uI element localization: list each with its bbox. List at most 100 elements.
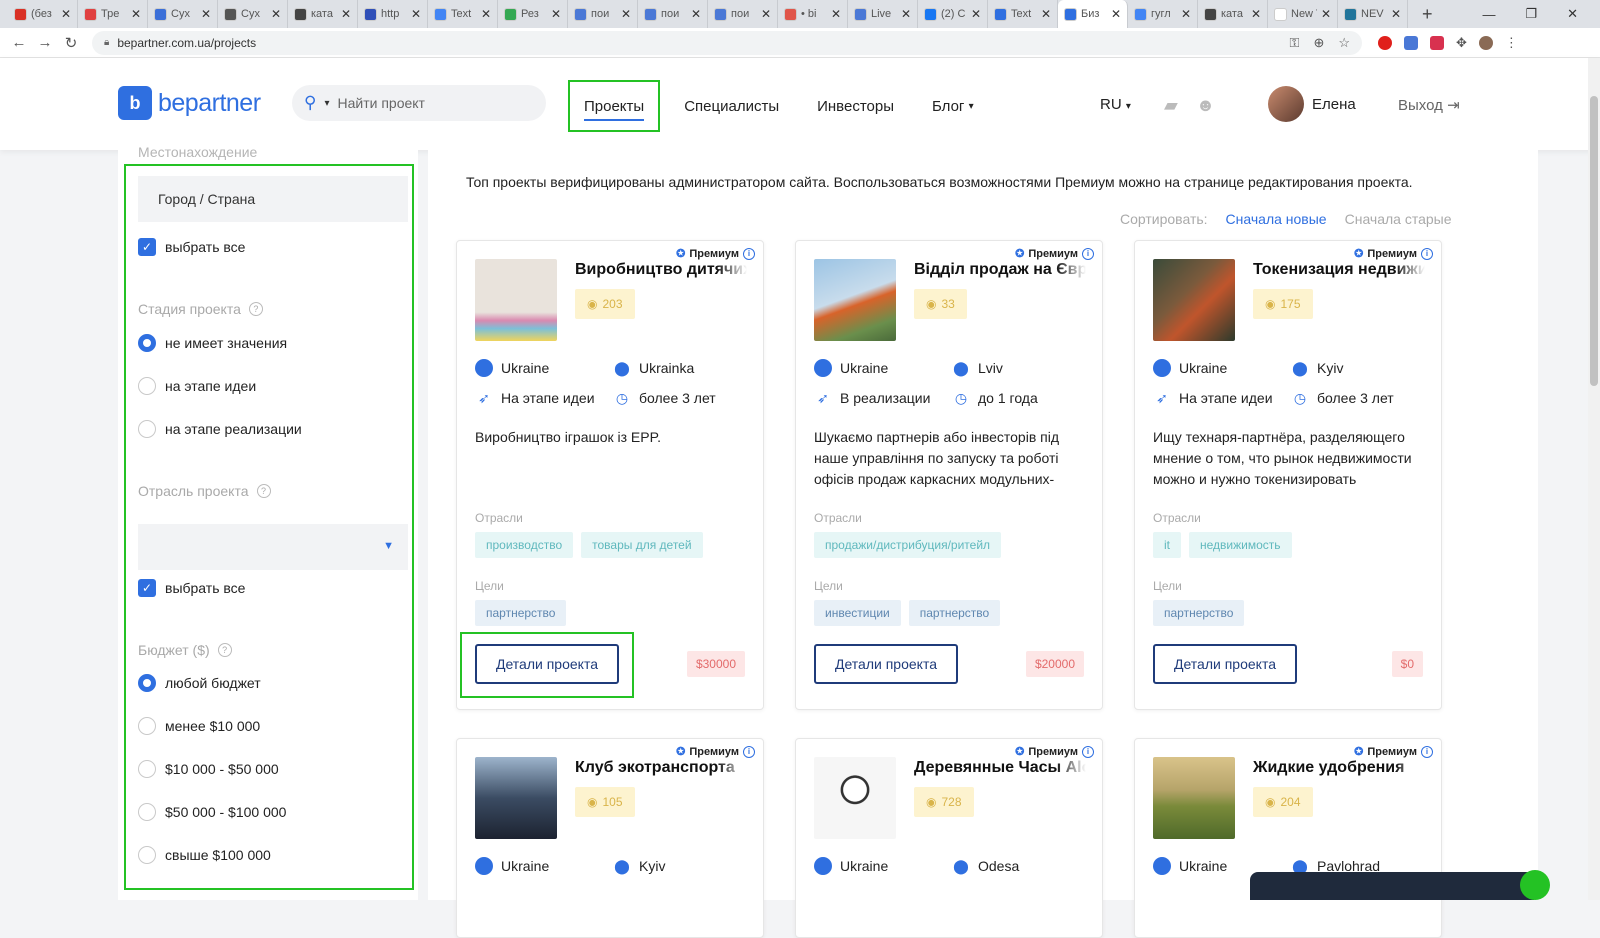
info-icon[interactable]: i [1082, 745, 1094, 758]
project-card[interactable]: ✪ Премиум i Відділ продаж на Євро ◉ 33 Ukraine… [795, 240, 1103, 710]
project-card[interactable]: ✪ Премиум i Деревянные Часы Alo ◉ 728 Ukraine ⬤… [795, 738, 1103, 938]
project-title[interactable]: Відділ продаж на Євро [914, 261, 1086, 279]
browser-tab[interactable]: Сух ✕ [148, 0, 218, 28]
help-icon[interactable]: ? [217, 643, 232, 657]
close-tab-icon[interactable]: ✕ [1321, 7, 1331, 21]
project-thumbnail[interactable] [814, 757, 896, 839]
close-tab-icon[interactable]: ✕ [481, 7, 491, 21]
chat-widget-bar[interactable] [1250, 872, 1534, 900]
key-icon[interactable]: ⚿ [1290, 35, 1300, 51]
info-icon[interactable]: i [743, 247, 755, 260]
user-menu[interactable]: Елена [1268, 86, 1356, 122]
project-thumbnail[interactable] [475, 259, 557, 341]
search-icon[interactable]: ⚲ [304, 93, 316, 113]
budget-option-any[interactable]: любой бюджет [138, 674, 261, 692]
browser-tab[interactable]: Рез ✕ [498, 0, 568, 28]
profile-avatar[interactable] [1478, 35, 1493, 50]
project-thumbnail[interactable] [814, 259, 896, 341]
nav-blog[interactable]: Блог ▾ [918, 80, 988, 132]
browser-tab[interactable]: ката ✕ [288, 0, 358, 28]
project-title[interactable]: Деревянные Часы Alo [914, 759, 1086, 777]
close-tab-icon[interactable]: ✕ [1181, 7, 1191, 21]
restore-icon[interactable]: ❐ [1525, 6, 1537, 22]
user-settings-icon[interactable]: ☻ [1196, 95, 1215, 116]
star-icon[interactable]: ☆ [1338, 35, 1350, 51]
budget-option-10k-50k[interactable]: $10 000 - $50 000 [138, 760, 279, 778]
sort-oldest-link[interactable]: Сначала старые [1345, 211, 1452, 227]
close-tab-icon[interactable]: ✕ [1391, 7, 1401, 21]
browser-tab[interactable]: Тре ✕ [78, 0, 148, 28]
stage-option-idea[interactable]: на этапе идеи [138, 377, 256, 395]
nav-projects[interactable]: Проекты [568, 80, 661, 132]
close-tab-icon[interactable]: ✕ [1251, 7, 1261, 21]
chat-icon[interactable]: ▰ [1164, 95, 1178, 116]
industry-tag[interactable]: продажи/дистрибуция/ритейл [814, 532, 1002, 558]
browser-tab[interactable]: пои ✕ [568, 0, 638, 28]
close-window-icon[interactable]: ✕ [1567, 6, 1578, 22]
browser-tab[interactable]: гугл ✕ [1128, 0, 1198, 28]
browser-tab[interactable]: Text ✕ [428, 0, 498, 28]
project-title[interactable]: Виробництво дитячих [575, 261, 747, 279]
menu-icon[interactable]: ⋮ [1505, 35, 1518, 51]
search-input[interactable] [337, 95, 518, 111]
close-tab-icon[interactable]: ✕ [761, 7, 771, 21]
project-card[interactable]: ✪ПремиумiТокенизация недвижимости ◉175 Ukr… [1134, 240, 1442, 710]
browser-tab[interactable]: Сух ✕ [218, 0, 288, 28]
industry-tag[interactable]: производство [475, 532, 574, 558]
browser-tab[interactable]: (без ✕ [8, 0, 78, 28]
project-title[interactable]: Токенизация недвижимости [1253, 261, 1425, 279]
project-card[interactable]: ✪ Премиум i Жидкие удобрения ◉ 204 Ukraine ⬤ Pav… [1134, 738, 1442, 938]
close-tab-icon[interactable]: ✕ [411, 7, 421, 21]
sort-newest-link[interactable]: Сначала новые [1226, 211, 1327, 227]
stage-option-any[interactable]: не имеет значения [138, 334, 287, 352]
browser-tab[interactable]: (2) С ✕ [918, 0, 988, 28]
chat-widget-button[interactable] [1520, 870, 1550, 900]
browser-tab[interactable]: пои ✕ [638, 0, 708, 28]
close-tab-icon[interactable]: ✕ [691, 7, 701, 21]
goal-tag[interactable]: партнерство [908, 600, 1001, 626]
browser-tab[interactable]: Live ✕ [848, 0, 918, 28]
industry-select[interactable]: ▼ [138, 524, 408, 570]
scrollbar-thumb[interactable] [1590, 96, 1598, 386]
browser-tab[interactable]: Биз ✕ [1058, 0, 1128, 28]
close-tab-icon[interactable]: ✕ [271, 7, 281, 21]
industry-tag[interactable]: it [1153, 532, 1181, 558]
nav-specialists[interactable]: Специалисты [670, 80, 793, 132]
project-thumbnail[interactable] [1153, 259, 1235, 341]
forward-icon[interactable]: → [32, 34, 58, 51]
budget-option-over-100k[interactable]: свыше $100 000 [138, 846, 271, 864]
info-icon[interactable]: i [1421, 745, 1433, 758]
close-tab-icon[interactable]: ✕ [341, 7, 351, 21]
browser-tab[interactable]: NEV ✕ [1338, 0, 1408, 28]
location-select-all-checkbox[interactable]: ✓ выбрать все [138, 238, 245, 256]
stage-option-implementation[interactable]: на этапе реализации [138, 420, 302, 438]
language-select[interactable]: RU ▾ [1100, 96, 1131, 113]
goal-tag[interactable]: инвестиции [814, 600, 901, 626]
zoom-icon[interactable]: ⊕ [1313, 35, 1324, 51]
browser-tab[interactable]: Text ✕ [988, 0, 1058, 28]
budget-option-50k-100k[interactable]: $50 000 - $100 000 [138, 803, 286, 821]
close-tab-icon[interactable]: ✕ [201, 7, 211, 21]
close-tab-icon[interactable]: ✕ [971, 7, 981, 21]
goal-tag[interactable]: партнерство [1153, 600, 1245, 626]
industry-select-all-checkbox[interactable]: ✓ выбрать все [138, 579, 245, 597]
close-tab-icon[interactable]: ✕ [61, 7, 71, 21]
browser-tab[interactable]: New Tab ✕ [1268, 0, 1338, 28]
chevron-down-icon[interactable]: ▾ [324, 98, 329, 109]
browser-tab[interactable]: ката ✕ [1198, 0, 1268, 28]
project-title[interactable]: Жидкие удобрения [1253, 759, 1425, 777]
goal-tag[interactable]: партнерство [475, 600, 567, 626]
browser-tab[interactable]: • bi ✕ [778, 0, 848, 28]
translate-extension-icon[interactable] [1404, 35, 1418, 50]
close-tab-icon[interactable]: ✕ [1041, 7, 1051, 21]
project-thumbnail[interactable] [1153, 757, 1235, 839]
industry-tag[interactable]: недвижимость [1189, 532, 1292, 558]
info-icon[interactable]: i [1421, 247, 1433, 260]
red-extension-icon[interactable] [1430, 35, 1444, 50]
puzzle-icon[interactable]: ✥ [1456, 35, 1467, 51]
city-country-input[interactable]: Город / Страна [138, 176, 408, 222]
browser-tab[interactable]: http ✕ [358, 0, 428, 28]
opera-extension-icon[interactable] [1378, 35, 1392, 50]
logo[interactable]: b bepartner [118, 86, 261, 120]
info-icon[interactable]: i [1082, 247, 1094, 260]
